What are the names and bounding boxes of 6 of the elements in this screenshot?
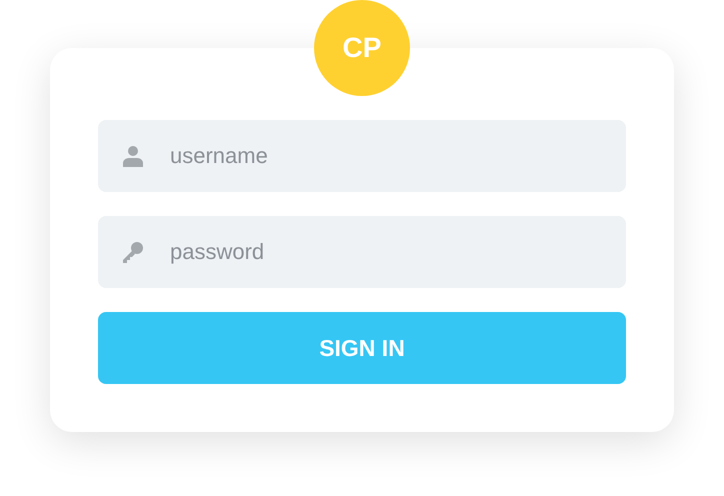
- user-icon: [122, 145, 144, 167]
- password-field[interactable]: password: [98, 216, 626, 288]
- username-field[interactable]: username: [98, 120, 626, 192]
- logo-badge: CP: [314, 0, 410, 96]
- sign-in-button[interactable]: SIGN IN: [98, 312, 626, 384]
- key-icon: [122, 241, 144, 263]
